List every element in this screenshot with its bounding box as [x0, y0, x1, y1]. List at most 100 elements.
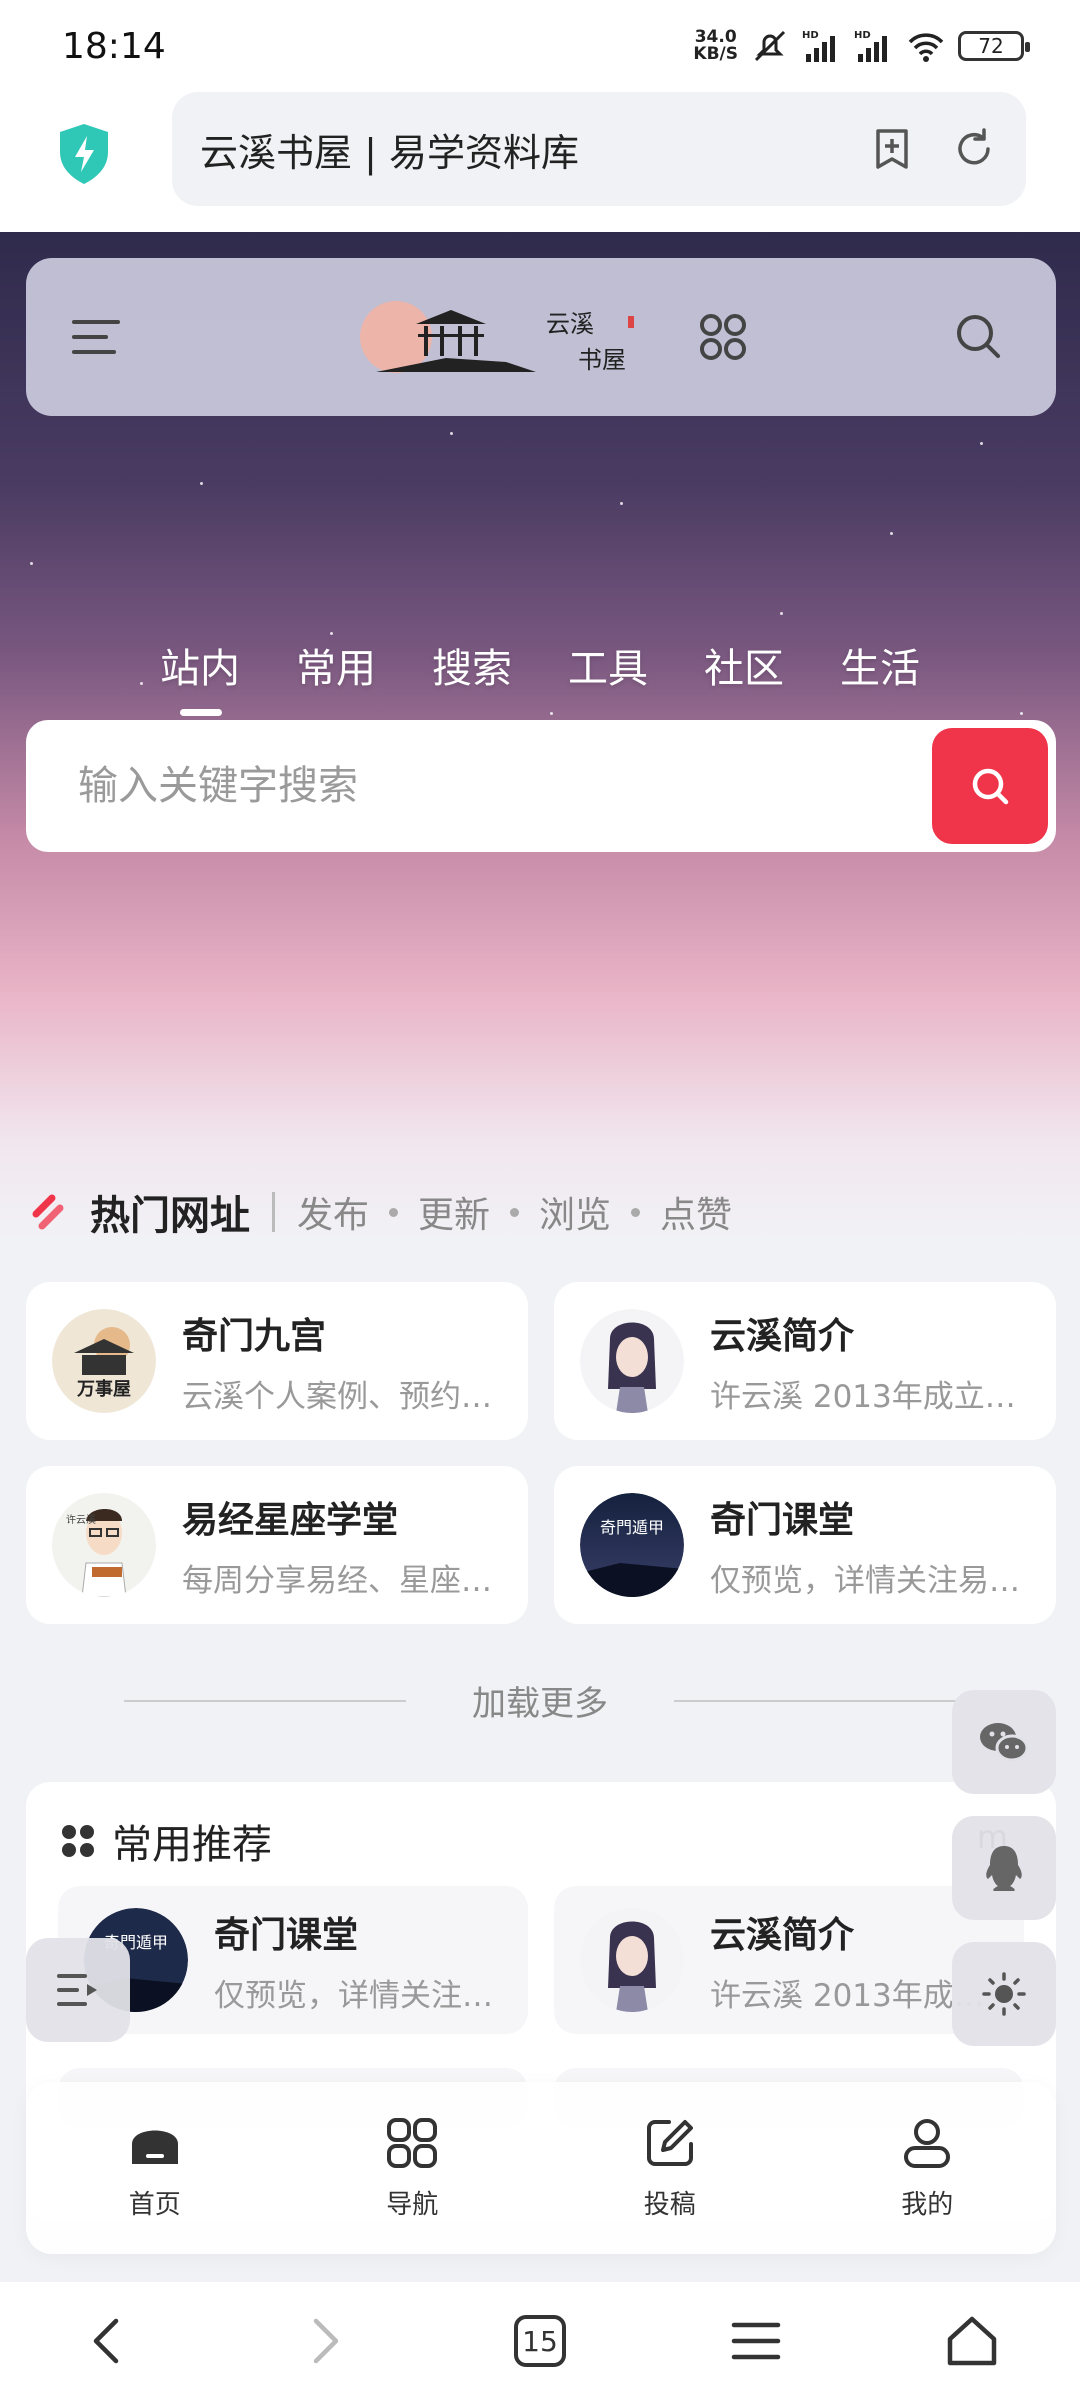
nav-label: 导航: [386, 2189, 439, 2220]
tab-life[interactable]: 生活: [840, 636, 920, 694]
signal-hd-icon: HD: [802, 30, 835, 62]
svg-text:HD: HD: [854, 30, 871, 41]
dot-separator: [631, 1207, 641, 1217]
search-icon[interactable]: [952, 310, 1004, 362]
card-title: 奇门课堂: [710, 1499, 855, 1541]
card-desc: 许云溪 2013年成…: [710, 1977, 985, 2014]
card-title: 云溪简介: [710, 1315, 855, 1357]
tab-tools[interactable]: 工具: [568, 636, 648, 694]
nav-submit[interactable]: 投稿: [590, 2116, 750, 2221]
card-title: 奇门九宫: [182, 1315, 327, 1357]
search-icon: [972, 768, 1009, 805]
net-speed-unit: KB/S: [693, 44, 738, 64]
wechat-icon: [980, 1723, 1029, 1762]
avatar: 奇門遁甲: [580, 1493, 684, 1597]
card-texts: 奇门九宫 云溪个人案例、预约…: [182, 1307, 528, 1416]
tabs-button[interactable]: 15: [512, 2313, 568, 2369]
bookmark-add-icon[interactable]: [868, 125, 916, 173]
menu-icon[interactable]: [728, 2313, 784, 2369]
search-button[interactable]: [932, 728, 1048, 844]
tab-site[interactable]: 站内: [160, 636, 240, 716]
hot-card-yunxi-intro[interactable]: 云溪简介 许云溪 2013年成立…: [554, 1282, 1056, 1440]
nav-navigation[interactable]: 导航: [332, 2116, 492, 2221]
logo-text-2: 书屋: [578, 346, 626, 374]
recommend-title: 常用推荐: [112, 1822, 272, 1868]
filter-update[interactable]: 更新: [418, 1186, 490, 1238]
search-bar: [26, 720, 1056, 852]
hot-title: 热门网址: [90, 1193, 250, 1239]
tab-search[interactable]: 搜索: [432, 636, 512, 694]
svg-text:HD: HD: [802, 30, 819, 41]
forward-icon[interactable]: [296, 2313, 352, 2369]
brightness-icon: [982, 1972, 1026, 2016]
nav-mine[interactable]: 我的: [847, 2116, 1007, 2221]
avatar: 许云溪: [52, 1493, 156, 1597]
hot-card-qimen-jiugong[interactable]: 万事屋 奇门九宫 云溪个人案例、预约…: [26, 1282, 528, 1440]
recommend-header: 常用推荐: [58, 1812, 272, 1870]
address-bar[interactable]: 云溪书屋 | 易学资料库: [172, 92, 1026, 206]
search-tabs: 站内 常用 搜索 工具 社区 生活: [160, 636, 920, 716]
wechat-button[interactable]: [952, 1690, 1056, 1794]
divider: [272, 1192, 275, 1232]
avatar-text: 奇門遁甲: [600, 1518, 664, 1537]
qq-icon: [986, 1846, 1022, 1891]
card-desc: 每周分享易经、星座…: [182, 1562, 492, 1599]
hot-card-qimen-class[interactable]: 奇門遁甲 奇门课堂 仅预览，详情关注易…: [554, 1466, 1056, 1624]
tab-community[interactable]: 社区: [704, 636, 784, 694]
hot-card-yijing-astro[interactable]: 许云溪 易经星座学堂 每周分享易经、星座…: [26, 1466, 528, 1624]
avatar: [580, 1908, 684, 2012]
card-title: 奇门课堂: [214, 1914, 359, 1956]
card-desc: 仅预览，详情关注…: [214, 1977, 493, 2014]
back-icon[interactable]: [80, 2313, 136, 2369]
wifi-icon: [908, 33, 944, 62]
home-icon[interactable]: [944, 2313, 1000, 2369]
edit-icon: [646, 2119, 693, 2166]
hot-icon: [32, 1194, 64, 1230]
list-toggle-button[interactable]: [26, 1938, 130, 2042]
status-icons: 34.0 KB/S HD HD 72: [693, 28, 1030, 64]
card-texts: 云溪简介 许云溪 2013年成立…: [710, 1307, 1056, 1416]
filter-views[interactable]: 浏览: [539, 1186, 611, 1238]
qq-button[interactable]: [952, 1816, 1056, 1920]
load-more-label[interactable]: 加载更多: [472, 1676, 608, 1725]
tab-count: 15: [522, 2324, 558, 2358]
page-title[interactable]: 云溪书屋 | 易学资料库: [200, 122, 834, 177]
mute-icon: [754, 30, 786, 62]
avatar-text: 许云溪: [66, 1514, 96, 1526]
refresh-icon[interactable]: [950, 125, 998, 173]
nav-label: 首页: [128, 2189, 181, 2220]
dot-separator: [510, 1207, 520, 1217]
search-input[interactable]: [78, 763, 1056, 809]
tab-common[interactable]: 常用: [296, 636, 376, 694]
nav-home[interactable]: 首页: [75, 2116, 235, 2221]
user-icon: [904, 2118, 951, 2168]
status-time: 18:14: [62, 25, 166, 67]
dot-separator: [389, 1207, 399, 1217]
nav-label: 投稿: [643, 2189, 696, 2220]
filter-likes[interactable]: 点赞: [660, 1186, 732, 1238]
load-more[interactable]: 加载更多: [124, 1676, 956, 1725]
avatar: [580, 1309, 684, 1413]
apps-icon[interactable]: [698, 312, 748, 362]
menu-icon[interactable]: [70, 314, 122, 360]
home-icon: [131, 2130, 178, 2164]
net-speed: 34.0 KB/S: [693, 29, 738, 63]
shield-bolt-icon[interactable]: [56, 122, 112, 186]
logo-graphic: 云溪 书屋: [360, 301, 634, 374]
nav-label: 我的: [901, 2189, 954, 2220]
list-toggle-icon: [57, 1974, 97, 2006]
battery-icon: 72: [958, 31, 1030, 61]
app-bottom-nav: 首页 导航 投稿 我的: [26, 2082, 1056, 2254]
site-logo[interactable]: 云溪 书屋: [356, 292, 656, 382]
filter-publish[interactable]: 发布: [297, 1186, 369, 1238]
status-bar: 18:14 34.0 KB/S HD HD 72: [0, 0, 1080, 92]
logo-text-1: 云溪: [546, 310, 594, 338]
battery-level: 72: [978, 34, 1004, 58]
brightness-button[interactable]: [952, 1942, 1056, 2046]
recommend-icon: [62, 1825, 94, 1857]
avatar: 万事屋: [52, 1309, 156, 1413]
card-desc: 许云溪 2013年成立…: [710, 1378, 1016, 1415]
site-header: 云溪 书屋: [26, 258, 1056, 416]
card-desc: 云溪个人案例、预约…: [182, 1378, 492, 1415]
grid-icon: [387, 2117, 438, 2168]
